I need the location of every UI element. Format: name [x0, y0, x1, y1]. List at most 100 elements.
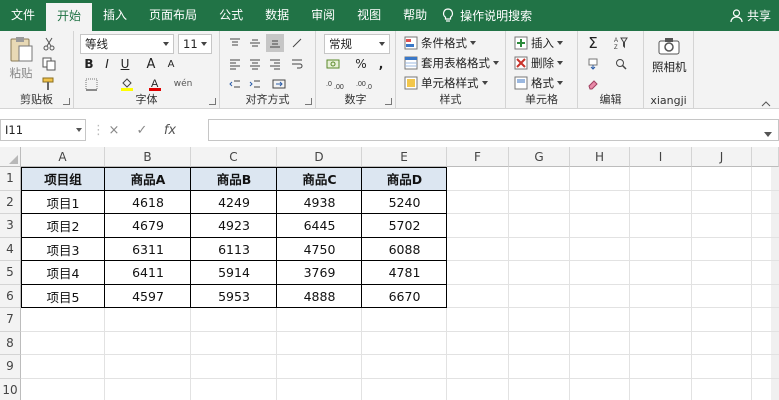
wrap-text-button[interactable] [288, 55, 306, 73]
number-launcher[interactable] [385, 98, 392, 105]
row-header-2[interactable]: 2 [0, 190, 21, 214]
tab-view[interactable]: 视图 [346, 0, 392, 31]
font-shrink-button[interactable]: A [162, 55, 180, 73]
table-cell[interactable]: 6411 [105, 261, 191, 285]
column-header-f[interactable]: F [447, 147, 509, 167]
row-header-3[interactable]: 3 [0, 214, 21, 238]
column-header-i[interactable]: I [630, 147, 692, 167]
align-right-button[interactable] [266, 55, 284, 73]
row-header-4[interactable]: 4 [0, 237, 21, 261]
sort-filter-button[interactable]: AZ [612, 34, 630, 52]
table-cell[interactable]: 4618 [105, 191, 191, 215]
cut-button[interactable] [40, 35, 58, 53]
currency-button[interactable] [324, 55, 342, 73]
tab-file[interactable]: 文件 [0, 0, 46, 31]
table-cell[interactable]: 4249 [191, 191, 277, 215]
number-format-combo[interactable]: 常规 [324, 34, 390, 54]
formula-input[interactable] [208, 119, 779, 141]
tab-data[interactable]: 数据 [254, 0, 300, 31]
vertical-scrollbar[interactable] [771, 147, 779, 400]
paste-button[interactable]: 粘贴 [6, 35, 36, 81]
table-header-cell[interactable]: 商品B [191, 167, 277, 191]
format-as-table-button[interactable]: 套用表格格式 [404, 55, 499, 71]
row-header-1[interactable]: 1 [0, 167, 21, 191]
tab-review[interactable]: 审阅 [300, 0, 346, 31]
table-cell[interactable]: 4781 [362, 261, 447, 285]
table-cell[interactable]: 4923 [191, 214, 277, 238]
table-cell[interactable]: 6311 [105, 238, 191, 262]
row-header-5[interactable]: 5 [0, 261, 21, 285]
align-left-button[interactable] [226, 55, 244, 73]
bold-button[interactable]: B [80, 55, 98, 73]
column-header-e[interactable]: E [362, 147, 447, 167]
delete-cells-button[interactable]: 删除 [514, 55, 563, 71]
italic-button[interactable]: I [98, 55, 116, 73]
name-box[interactable]: I11 [0, 119, 86, 141]
table-cell[interactable]: 项目3 [21, 238, 105, 262]
share-button[interactable]: 共享 [730, 0, 771, 31]
table-cell[interactable]: 6088 [362, 238, 447, 262]
copy-button[interactable] [40, 55, 58, 73]
collapse-ribbon-button[interactable] [761, 96, 771, 107]
tab-home[interactable]: 开始 [46, 3, 93, 31]
table-cell[interactable]: 5953 [191, 285, 277, 309]
row-header-9[interactable]: 9 [0, 355, 21, 379]
align-top-button[interactable] [226, 34, 244, 52]
column-header-g[interactable]: G [509, 147, 570, 167]
autosum-button[interactable]: Σ [584, 34, 602, 52]
row-header-6[interactable]: 6 [0, 284, 21, 308]
column-header-d[interactable]: D [277, 147, 362, 167]
column-header-h[interactable]: H [570, 147, 630, 167]
tab-insert[interactable]: 插入 [92, 0, 138, 31]
table-cell[interactable]: 5240 [362, 191, 447, 215]
row-header-8[interactable]: 8 [0, 331, 21, 355]
find-select-button[interactable] [612, 55, 630, 73]
conditional-formatting-button[interactable]: 条件格式 [404, 35, 476, 51]
tab-page-layout[interactable]: 页面布局 [138, 0, 208, 31]
name-box-dropdown-icon[interactable] [76, 128, 82, 132]
percent-button[interactable]: % [352, 55, 370, 73]
table-cell[interactable]: 4679 [105, 214, 191, 238]
font-grow-button[interactable]: A [142, 55, 160, 73]
table-cell[interactable]: 4938 [277, 191, 362, 215]
drag-handle-icon[interactable]: ⋮ [92, 123, 105, 138]
clipboard-launcher[interactable] [63, 98, 70, 105]
format-cells-button[interactable]: 格式 [514, 75, 563, 91]
expand-formula-icon[interactable] [764, 132, 772, 137]
table-cell[interactable]: 4888 [277, 285, 362, 309]
insert-cells-button[interactable]: 插入 [514, 35, 563, 51]
camera-button[interactable]: 照相机 [652, 37, 687, 75]
font-size-combo[interactable]: 11 [178, 34, 212, 54]
table-cell[interactable]: 6445 [277, 214, 362, 238]
align-bottom-button[interactable] [266, 34, 284, 52]
table-header-cell[interactable]: 项目组 [21, 167, 105, 191]
column-header-b[interactable]: B [105, 147, 191, 167]
table-cell[interactable]: 4750 [277, 238, 362, 262]
align-middle-button[interactable] [246, 34, 264, 52]
cell-styles-button[interactable]: 单元格样式 [404, 75, 488, 91]
alignment-launcher[interactable] [305, 98, 312, 105]
table-cell[interactable]: 6670 [362, 285, 447, 309]
table-cell[interactable]: 5702 [362, 214, 447, 238]
column-header-a[interactable]: A [21, 147, 105, 167]
underline-button[interactable]: U [116, 55, 134, 73]
table-cell[interactable]: 5914 [191, 261, 277, 285]
table-header-cell[interactable]: 商品D [362, 167, 447, 191]
cancel-icon[interactable]: × [100, 123, 128, 138]
select-all-button[interactable] [0, 147, 21, 167]
table-cell[interactable]: 3769 [277, 261, 362, 285]
insert-function-icon[interactable]: fx [156, 123, 184, 138]
worksheet-grid[interactable]: A B C D E F G H I J 1 2 3 4 5 6 7 8 9 10 项目组 商品A 商品B 商品C 商品D 项目1 4… [0, 147, 779, 400]
table-cell[interactable]: 项目2 [21, 214, 105, 238]
table-cell[interactable]: 项目4 [21, 261, 105, 285]
table-header-cell[interactable]: 商品A [105, 167, 191, 191]
tab-formulas[interactable]: 公式 [208, 0, 254, 31]
fill-button[interactable] [584, 55, 602, 73]
row-header-10[interactable]: 10 [0, 378, 21, 400]
comma-button[interactable]: , [372, 55, 390, 73]
column-header-j[interactable]: J [692, 147, 752, 167]
table-cell[interactable]: 项目5 [21, 285, 105, 309]
tab-help[interactable]: 帮助 [392, 0, 438, 31]
table-cell[interactable]: 项目1 [21, 191, 105, 215]
column-header-c[interactable]: C [191, 147, 277, 167]
